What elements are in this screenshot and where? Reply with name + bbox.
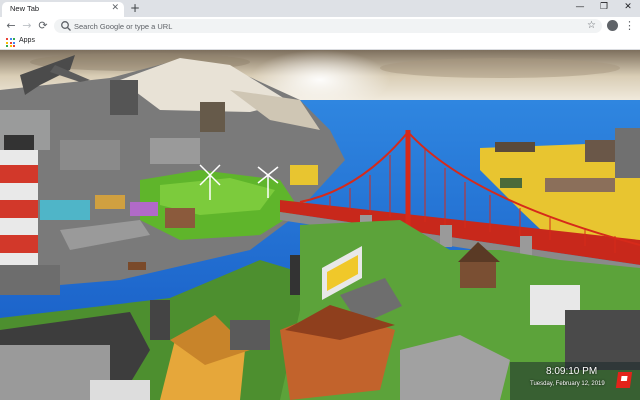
new-tab-button[interactable]: +	[128, 1, 142, 15]
toolbar: ← → ⟳ ☆ ⋮	[0, 17, 640, 35]
new-tab-background: 8:09:10 PM Tuesday, February 12, 2019	[0, 50, 640, 400]
menu-icon[interactable]: ⋮	[624, 18, 635, 34]
bookmark-star-icon[interactable]: ☆	[587, 19, 596, 33]
address-input[interactable]	[74, 20, 574, 32]
tab-new-tab[interactable]: New Tab ✕	[2, 2, 124, 17]
tab-strip: New Tab ✕ + — ❐ ✕	[0, 0, 640, 17]
back-button[interactable]: ←	[4, 18, 18, 34]
roblox-logo-icon	[615, 372, 633, 388]
search-icon	[61, 21, 71, 31]
tab-title: New Tab	[10, 4, 40, 13]
close-window-button[interactable]: ✕	[618, 1, 638, 14]
profile-avatar-icon[interactable]	[607, 20, 618, 31]
minimize-button[interactable]: —	[570, 1, 590, 14]
apps-label: Apps	[19, 37, 35, 44]
tab-close-icon[interactable]: ✕	[111, 3, 119, 14]
restore-button[interactable]: ❐	[594, 1, 614, 14]
bookmarks-bar: Apps	[0, 35, 640, 50]
reload-button[interactable]: ⟳	[36, 18, 50, 34]
omnibox[interactable]: ☆	[54, 19, 602, 33]
wallpaper-image	[0, 50, 640, 400]
forward-button[interactable]: →	[20, 18, 34, 34]
apps-grid-icon	[6, 38, 15, 47]
